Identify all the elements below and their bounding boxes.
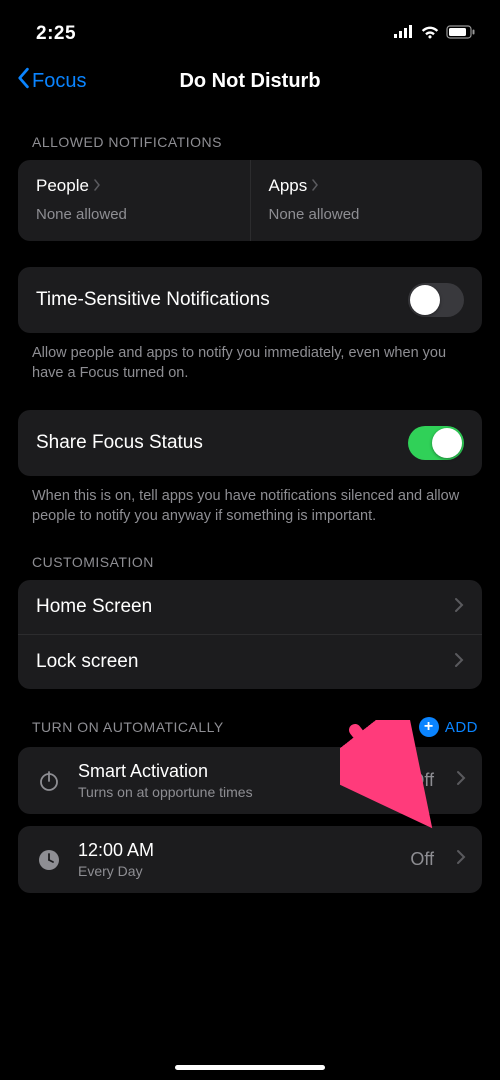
share-status-footer: When this is on, tell apps you have noti… xyxy=(18,476,482,527)
content: ALLOWED NOTIFICATIONS People None allowe… xyxy=(0,134,500,893)
clock-icon xyxy=(34,848,64,872)
battery-icon xyxy=(446,25,476,44)
time-sensitive-card: Time-Sensitive Notifications xyxy=(18,267,482,333)
auto-header-label: TURN ON AUTOMATICALLY xyxy=(32,719,224,735)
section-header-auto: TURN ON AUTOMATICALLY + ADD xyxy=(32,717,482,737)
auto-item-title: Smart Activation xyxy=(78,761,396,782)
home-screen-label: Home Screen xyxy=(36,596,152,618)
back-button[interactable]: Focus xyxy=(16,67,86,95)
chevron-right-icon xyxy=(456,770,466,791)
power-icon xyxy=(34,769,64,793)
status-right xyxy=(394,25,476,44)
apps-sub: None allowed xyxy=(269,206,465,223)
nav-bar: Focus Do Not Disturb xyxy=(0,56,500,106)
share-status-label: Share Focus Status xyxy=(36,432,203,454)
share-status-switch[interactable] xyxy=(408,426,464,460)
customisation-card: Home Screen Lock screen xyxy=(18,580,482,689)
share-status-row[interactable]: Share Focus Status xyxy=(18,410,482,476)
lock-screen-label: Lock screen xyxy=(36,651,138,673)
auto-item-title: 12:00 AM xyxy=(78,840,396,861)
share-status-card: Share Focus Status xyxy=(18,410,482,476)
plus-icon: + xyxy=(419,717,439,737)
lock-screen-row[interactable]: Lock screen xyxy=(18,634,482,689)
add-label: ADD xyxy=(445,719,478,736)
status-bar: 2:25 xyxy=(0,0,500,56)
wifi-icon xyxy=(420,25,440,44)
people-label: People xyxy=(36,176,89,196)
chevron-left-icon xyxy=(16,67,30,95)
home-screen-row[interactable]: Home Screen xyxy=(18,580,482,634)
auto-item-time[interactable]: 12:00 AM Every Day Off xyxy=(18,826,482,893)
allowed-apps[interactable]: Apps None allowed xyxy=(251,160,483,241)
home-indicator[interactable] xyxy=(175,1065,325,1070)
auto-item-smart[interactable]: Smart Activation Turns on at opportune t… xyxy=(18,747,482,814)
time-sensitive-label: Time-Sensitive Notifications xyxy=(36,289,270,311)
auto-item-status: Off xyxy=(410,849,434,870)
section-header-allowed: ALLOWED NOTIFICATIONS xyxy=(32,134,482,150)
screen: 2:25 Focus Do Not Disturb ALLOWED NOTIFI… xyxy=(0,0,500,1080)
time-sensitive-footer: Allow people and apps to notify you imme… xyxy=(18,333,482,384)
section-header-customisation: CUSTOMISATION xyxy=(32,554,482,570)
auto-item-sub: Every Day xyxy=(78,863,396,879)
allowed-card: People None allowed Apps None allowed xyxy=(18,160,482,241)
allowed-people[interactable]: People None allowed xyxy=(18,160,251,241)
status-time: 2:25 xyxy=(36,23,76,45)
chevron-right-icon xyxy=(454,652,464,673)
apps-label: Apps xyxy=(269,176,308,196)
chevron-right-icon xyxy=(456,849,466,870)
people-sub: None allowed xyxy=(36,206,232,223)
time-sensitive-switch[interactable] xyxy=(408,283,464,317)
chevron-right-icon xyxy=(454,597,464,618)
time-sensitive-row[interactable]: Time-Sensitive Notifications xyxy=(18,267,482,333)
add-button[interactable]: + ADD xyxy=(419,717,478,737)
auto-item-sub: Turns on at opportune times xyxy=(78,784,396,800)
chevron-right-icon xyxy=(311,176,319,196)
back-label: Focus xyxy=(32,70,86,93)
auto-item-status: Off xyxy=(410,770,434,791)
chevron-right-icon xyxy=(93,176,101,196)
cellular-icon xyxy=(394,25,414,43)
